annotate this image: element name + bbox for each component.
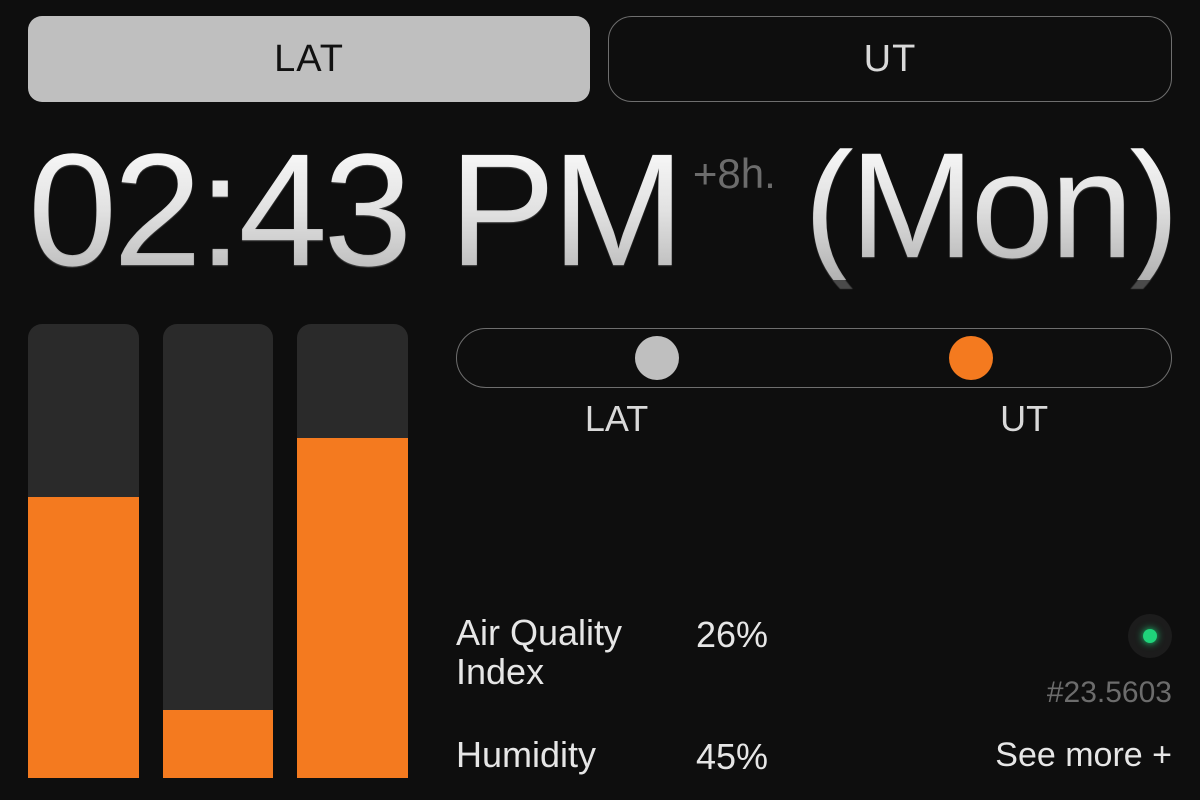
timezone-slider: LAT UT	[456, 324, 1172, 440]
slider-knob-ut[interactable]	[949, 336, 993, 380]
clock-day: (Mon)	[804, 130, 1176, 280]
slider-knob-lat[interactable]	[635, 336, 679, 380]
tab-ut[interactable]: UT	[608, 16, 1172, 102]
bar-chart	[28, 324, 408, 778]
bar-2	[163, 324, 274, 778]
slider-labels: LAT UT	[456, 398, 1172, 440]
metric-humidity: Humidity 45% See more +	[456, 736, 1172, 778]
humidity-label: Humidity	[456, 736, 686, 775]
bar-1-fill	[28, 497, 139, 778]
clock-dashboard: LAT UT 02:43 PM +8h. (Mon) LAT UT	[0, 0, 1200, 800]
clock-time: 02:43 PM	[28, 130, 681, 290]
timezone-tabs: LAT UT	[28, 16, 1172, 102]
aqi-label: Air Quality Index	[456, 614, 686, 692]
aqi-value: 26%	[696, 614, 846, 656]
slider-track[interactable]	[456, 328, 1172, 388]
see-more-button[interactable]: See more +	[995, 736, 1172, 775]
metric-aqi: Air Quality Index 26% #23.5603	[456, 614, 1172, 710]
status-indicator	[1128, 614, 1172, 658]
clock-offset: +8h.	[693, 150, 776, 198]
reference-code: #23.5603	[1047, 676, 1172, 710]
tab-lat[interactable]: LAT	[28, 16, 590, 102]
bar-2-fill	[163, 710, 274, 778]
bar-1	[28, 324, 139, 778]
humidity-value: 45%	[696, 736, 846, 778]
bar-3-fill	[297, 438, 408, 779]
right-panel: LAT UT Air Quality Index 26% #23.5603	[456, 324, 1172, 778]
clock-row: 02:43 PM +8h. (Mon)	[28, 130, 1172, 290]
slider-label-ut: UT	[814, 398, 1172, 440]
metrics: Air Quality Index 26% #23.5603 Humidity …	[456, 588, 1172, 778]
status-dot-icon	[1143, 629, 1157, 643]
slider-label-lat: LAT	[456, 398, 814, 440]
lower-panel: LAT UT Air Quality Index 26% #23.5603	[28, 324, 1172, 778]
bar-3	[297, 324, 408, 778]
